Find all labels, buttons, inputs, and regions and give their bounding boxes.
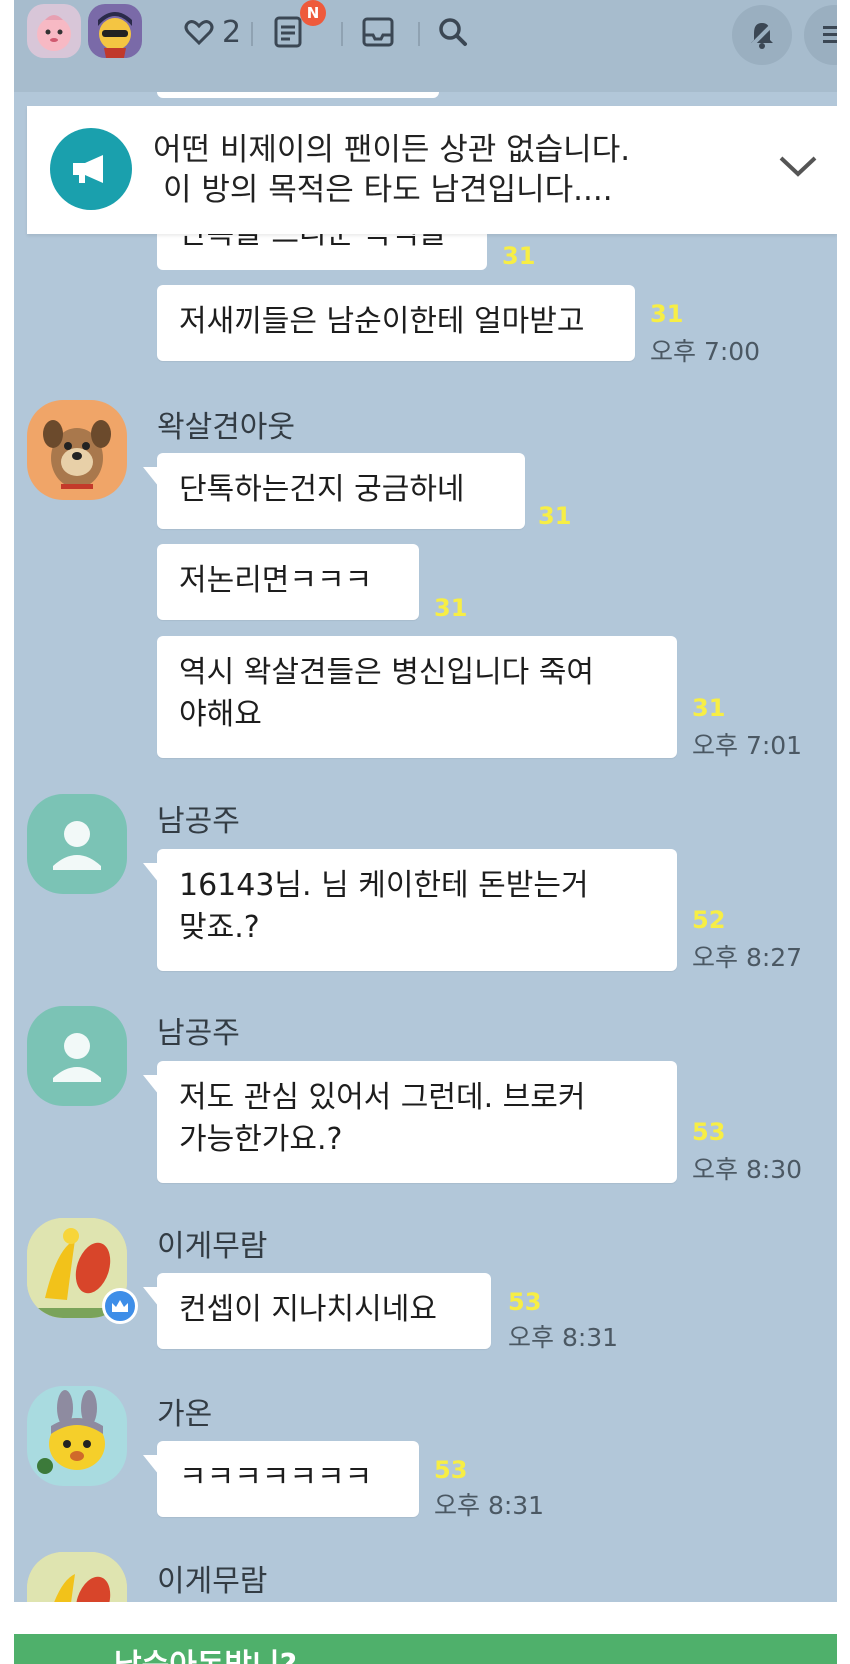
inbox-icon <box>362 17 394 47</box>
heart-icon <box>184 20 214 46</box>
toolbar-divider <box>418 22 420 46</box>
chat-toolbar: 2 N <box>14 0 837 92</box>
message-bubble: 저새끼들은 남순이한테 얼마받고 <box>157 285 635 361</box>
chevron-down-icon[interactable] <box>773 146 823 186</box>
message-text: ㅋㅋㅋㅋㅋㅋㅋ <box>179 1460 373 1495</box>
message-text-line: 16143님. 님 케이한테 돈받는거 <box>179 868 589 903</box>
notes-icon <box>274 16 302 48</box>
message-time: 오후 8:30 <box>692 1155 803 1184</box>
message-bubble: 역시 왁살견들은 병신입니다 죽여 야해요 <box>157 636 677 758</box>
search-button[interactable] <box>438 12 468 52</box>
crown-icon <box>102 1288 138 1324</box>
unread-count: 31 <box>434 594 468 622</box>
message-bubble: 저도 관심 있어서 그런데. 브로커 가능한가요.? <box>143 1061 677 1183</box>
rabbit-character-icon <box>37 1390 105 1474</box>
message-text-line: 야해요 <box>179 697 262 732</box>
message-time: 오후 8:27 <box>692 943 803 972</box>
message-bubble: 16143님. 님 케이한테 돈받는거 맞죠.? <box>143 849 677 971</box>
sender-name: 왁살견아웃 <box>157 410 295 445</box>
unread-count: 31 <box>502 242 536 270</box>
unread-count: 31 <box>692 694 726 722</box>
unread-count: 53 <box>692 1118 726 1146</box>
unread-count: 52 <box>692 906 726 934</box>
sender-name: 이게무람 <box>157 1564 268 1599</box>
default-profile-icon <box>53 1033 101 1082</box>
message-text: 저논리면ㅋㅋㅋ <box>179 563 373 598</box>
profile-avatar[interactable] <box>27 1552 127 1602</box>
notes-button[interactable] <box>273 12 303 52</box>
unread-count: 31 <box>538 502 572 530</box>
message-text-line: 역시 왁살견들은 병신입니다 죽여 <box>179 655 595 690</box>
message-text: 단톡하는건지 궁금하네 <box>179 472 465 507</box>
likes-count: 2 <box>222 14 242 50</box>
message-time: 오후 7:00 <box>650 337 761 366</box>
message-text: 컨셉이 지나치시네요 <box>179 1292 437 1327</box>
dog-character-icon <box>43 420 111 489</box>
search-icon <box>439 18 467 46</box>
notice-line: 이 방의 목적은 타도 남견입니다.... <box>163 172 613 208</box>
profile-avatar[interactable] <box>27 1006 127 1106</box>
member-avatar[interactable] <box>27 4 81 58</box>
sender-name: 가온 <box>157 1397 213 1432</box>
sender-name: 남공주 <box>157 804 240 839</box>
toolbar-divider <box>251 22 253 46</box>
message-text-line: 맞죠.? <box>179 910 260 945</box>
megaphone-icon <box>50 128 132 210</box>
bottom-banner: 남순아돈받니? <box>14 1634 837 1664</box>
sender-name: 남공주 <box>157 1016 240 1051</box>
default-profile-icon <box>53 821 101 870</box>
message-bubble: 컨셉이 지나치시네요 <box>143 1273 491 1349</box>
message-text-line: 가능한가요.? <box>179 1122 343 1157</box>
message-bubble: 저논리면ㅋㅋㅋ <box>157 544 419 620</box>
message-text-line: 저도 관심 있어서 그런데. 브로커 <box>179 1080 586 1115</box>
message-text: 저새끼들은 남순이한테 얼마받고 <box>179 304 585 339</box>
profile-avatar[interactable] <box>27 400 127 500</box>
message-time: 오후 8:31 <box>508 1323 619 1352</box>
hamburger-menu-icon <box>823 26 837 43</box>
unread-count: 53 <box>434 1456 468 1484</box>
unread-count: 31 <box>650 300 684 328</box>
menu-button[interactable] <box>804 5 837 65</box>
pinned-notice[interactable]: 어떤 비제이의 팬이든 상관 없습니다. 이 방의 목적은 타도 남견입니다..… <box>27 106 837 234</box>
message-bubble: ㅋㅋㅋㅋㅋㅋㅋ <box>143 1441 419 1517</box>
sender-name: 이게무람 <box>157 1229 268 1264</box>
bottom-banner-text: 남순아돈받니? <box>114 1640 297 1664</box>
chat-window: 단톡을 드리운 목적을 31 저새끼들은 남순이한테 얼마받고 31 오후 7:… <box>14 0 837 1602</box>
toolbar-divider <box>341 22 343 46</box>
message-time: 오후 8:31 <box>434 1491 545 1520</box>
profile-avatar[interactable] <box>27 794 127 894</box>
character-icon <box>98 12 132 58</box>
likes-button[interactable]: 2 <box>184 12 241 52</box>
game-character-icon <box>27 1552 127 1602</box>
notice-text: 어떤 비제이의 팬이든 상관 없습니다. 이 방의 목적은 타도 남견입니다..… <box>153 130 733 210</box>
unread-count: 53 <box>508 1288 542 1316</box>
message-bubble: 단톡하는건지 궁금하네 <box>143 453 525 529</box>
bell-off-icon <box>749 22 775 49</box>
inbox-button[interactable] <box>362 12 394 52</box>
message-time: 오후 7:01 <box>692 731 803 760</box>
apeach-character-icon <box>37 15 71 51</box>
profile-avatar[interactable] <box>27 1386 127 1486</box>
mute-notifications-button[interactable] <box>732 5 792 65</box>
member-avatar[interactable] <box>88 4 142 58</box>
notice-line: 어떤 비제이의 팬이든 상관 없습니다. <box>153 132 631 168</box>
new-badge: N <box>300 0 326 26</box>
